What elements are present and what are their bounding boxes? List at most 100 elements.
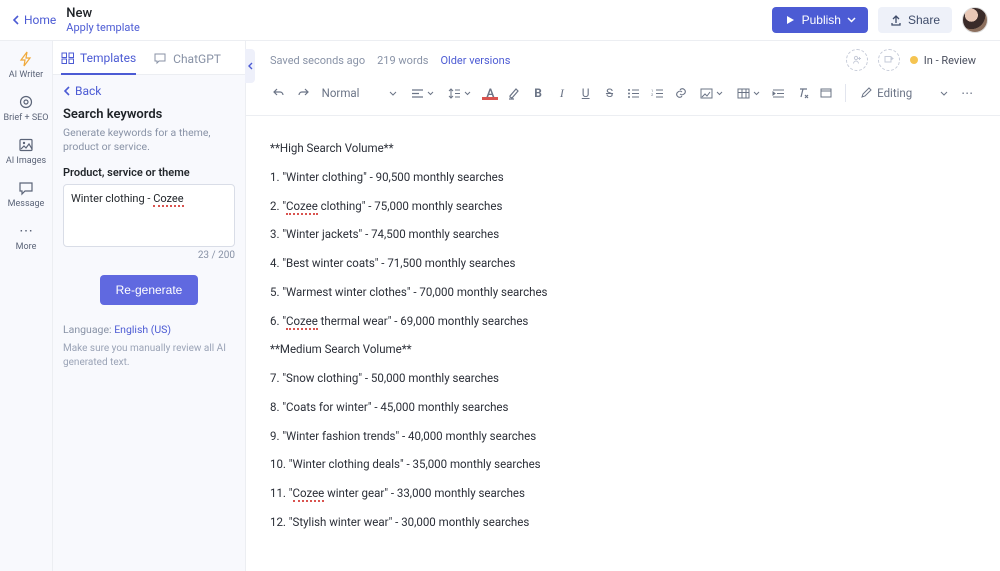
undo-icon — [272, 86, 286, 100]
rail-brief-seo[interactable]: Brief + SEO — [0, 94, 52, 123]
dots-icon: ⋯ — [17, 223, 35, 239]
rail-ai-writer[interactable]: AI Writer — [0, 51, 52, 80]
doc-title[interactable]: New — [66, 6, 139, 21]
editor-status-controls: In - Review — [846, 49, 976, 71]
templates-panel: Templates ChatGPT Back Search keywords G… — [53, 41, 246, 571]
doc-line: 6. "Cozee thermal wear" - 69,000 monthly… — [270, 307, 976, 336]
tab-chatgpt[interactable]: ChatGPT — [154, 51, 221, 74]
side-rail: AI Writer Brief + SEO AI Images Message … — [0, 41, 53, 571]
editor-area: Saved seconds ago 219 words Older versio… — [246, 41, 1000, 571]
tab-label: Templates — [80, 51, 136, 65]
bullet-list-button[interactable] — [624, 81, 642, 105]
ai-warning: Make sure you manually review all AI gen… — [63, 342, 235, 369]
highlighter-icon — [507, 86, 521, 100]
chevron-down-icon — [389, 91, 397, 96]
redo-button[interactable] — [294, 81, 312, 105]
bolt-icon — [17, 51, 35, 67]
rail-message[interactable]: Message — [0, 180, 52, 209]
line-spacing-icon — [448, 88, 461, 99]
user-avatar[interactable] — [962, 7, 988, 33]
doc-line: 7. "Snow clothing" - 50,000 monthly sear… — [270, 364, 976, 393]
chat-icon — [154, 53, 168, 65]
chevron-down-icon — [427, 91, 434, 96]
doc-line: 10. "Winter clothing deals" - 35,000 mon… — [270, 450, 976, 479]
more-button[interactable]: ⋯ — [958, 81, 976, 105]
older-versions-link[interactable]: Older versions — [440, 54, 510, 67]
chevron-down-icon — [753, 91, 760, 96]
review-status[interactable]: In - Review — [910, 54, 976, 67]
app-header: Home New Apply template Publish Share — [0, 0, 1000, 41]
regenerate-button[interactable]: Re-generate — [100, 275, 199, 305]
apply-template-link[interactable]: Apply template — [66, 21, 139, 34]
publish-button[interactable]: Publish — [772, 7, 868, 33]
rail-label: AI Writer — [9, 70, 43, 80]
rail-ai-images[interactable]: AI Images — [0, 137, 52, 166]
link-button[interactable] — [672, 81, 690, 105]
rail-label: Message — [8, 199, 45, 209]
publish-label: Publish — [802, 13, 841, 27]
text-color-button[interactable]: A — [481, 81, 499, 105]
add-image-button[interactable] — [878, 49, 900, 71]
chevron-left-icon — [63, 86, 71, 96]
svg-text:2: 2 — [651, 92, 654, 97]
home-label: Home — [24, 13, 56, 27]
document-body[interactable]: **High Search Volume** 1. "Winter clothi… — [246, 116, 1000, 571]
header-left: Home New Apply template — [12, 6, 140, 34]
strike-button[interactable]: S — [601, 81, 619, 105]
doc-line: 5. "Warmest winter clothes" - 70,000 mon… — [270, 278, 976, 307]
panel-content: Search keywords Generate keywords for a … — [53, 107, 245, 379]
tab-label: ChatGPT — [173, 52, 221, 66]
chevron-down-icon — [464, 91, 471, 96]
number-list-button[interactable]: 12 — [648, 81, 666, 105]
text-style-select[interactable]: Normal — [318, 86, 402, 100]
chevron-down-icon — [716, 91, 723, 96]
highlight-button[interactable] — [505, 81, 523, 105]
table-select[interactable] — [733, 88, 764, 99]
image-icon — [700, 88, 713, 99]
italic-button[interactable]: I — [553, 81, 571, 105]
share-button[interactable]: Share — [878, 7, 952, 33]
underline-button[interactable]: U — [577, 81, 595, 105]
clear-format-button[interactable] — [794, 81, 812, 105]
mode-select[interactable]: Editing — [856, 86, 952, 100]
home-link[interactable]: Home — [12, 13, 56, 27]
main-area: AI Writer Brief + SEO AI Images Message … — [0, 41, 1000, 571]
code-button[interactable] — [818, 81, 836, 105]
chat-icon — [17, 180, 35, 196]
word-count: 219 words — [377, 54, 428, 67]
language-row: Language: English (US) — [63, 323, 235, 336]
field-label: Product, service or theme — [63, 166, 235, 179]
doc-line: **High Search Volume** — [270, 134, 976, 163]
collapse-panel-button[interactable] — [245, 49, 255, 83]
redo-icon — [296, 86, 310, 100]
add-avatar-button[interactable] — [846, 49, 868, 71]
theme-input[interactable]: Winter clothing - Cozee — [63, 184, 235, 247]
spacing-select[interactable] — [444, 88, 475, 99]
chevron-down-icon — [940, 91, 948, 96]
editor-toolbar: Normal A B I U S 12 Editing ⋯ — [246, 75, 1000, 116]
target-icon — [17, 94, 35, 110]
text-color-icon: A — [482, 86, 498, 100]
grid-icon — [61, 52, 75, 64]
tab-templates[interactable]: Templates — [61, 51, 136, 75]
image-plus-icon — [884, 55, 894, 65]
language-link[interactable]: English (US) — [114, 323, 171, 336]
bold-button[interactable]: B — [529, 81, 547, 105]
panel-tabs: Templates ChatGPT — [53, 41, 245, 75]
rail-label: Brief + SEO — [4, 113, 49, 123]
editor-meta: Saved seconds ago 219 words Older versio… — [270, 54, 510, 67]
quote-button[interactable] — [770, 81, 788, 105]
doc-line: 11. "Cozee winter gear" - 33,000 monthly… — [270, 479, 976, 508]
rail-label: AI Images — [6, 156, 46, 166]
embed-icon — [819, 86, 833, 100]
doc-line: 9. "Winter fashion trends" - 40,000 mont… — [270, 422, 976, 451]
undo-button[interactable] — [270, 81, 288, 105]
char-count: 23 / 200 — [63, 250, 235, 261]
share-label: Share — [908, 13, 940, 27]
image-icon — [17, 137, 35, 153]
rail-more[interactable]: ⋯ More — [0, 223, 52, 252]
align-select[interactable] — [407, 88, 438, 99]
list-ul-icon — [627, 88, 640, 99]
back-link[interactable]: Back — [53, 75, 245, 107]
image-insert-select[interactable] — [696, 88, 727, 99]
